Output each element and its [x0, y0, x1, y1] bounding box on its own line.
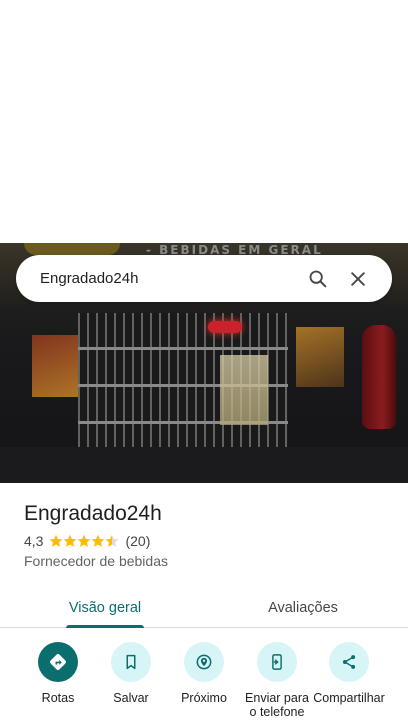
- photo-lit-door: [220, 355, 268, 425]
- place-title: Engradado24h: [24, 502, 162, 525]
- photo-floor: [0, 447, 408, 483]
- tab-reviews[interactable]: Avaliações: [262, 588, 344, 628]
- send-to-phone-icon: [257, 642, 297, 682]
- search-query[interactable]: Engradado24h: [40, 270, 298, 287]
- half-star-icon: [106, 534, 119, 547]
- photo-bottle: [362, 325, 396, 429]
- search-bar[interactable]: Engradado24h: [16, 255, 392, 302]
- rating-stars: [49, 534, 119, 548]
- close-icon[interactable]: [338, 259, 378, 299]
- tab-overview[interactable]: Visão geral: [66, 588, 144, 628]
- nearby-label: Próximo: [181, 691, 227, 705]
- directions-icon: [38, 642, 78, 682]
- star-icon: [78, 534, 91, 547]
- place-info: Engradado24h 4,3 (20) Fornecedor de bebi…: [24, 500, 394, 569]
- send-to-phone-button[interactable]: Enviar para o telefone: [241, 642, 313, 719]
- directions-button[interactable]: Rotas: [22, 642, 94, 705]
- bookmark-icon: [111, 642, 151, 682]
- blank-map-area: [0, 0, 408, 243]
- star-icon: [50, 534, 63, 547]
- action-buttons: Rotas Salvar Próximo Enviar para o telef…: [0, 640, 408, 726]
- share-label: Compartilhar: [313, 691, 385, 705]
- save-label: Salvar: [113, 691, 149, 705]
- rating-value: 4,3: [24, 533, 44, 549]
- photo-neon-sign: [208, 321, 242, 333]
- place-tabs: Visão geral Avaliações: [0, 588, 408, 628]
- nearby-icon: [184, 642, 224, 682]
- tab-selected-indicator: [66, 625, 144, 628]
- photo-logo-shape: [24, 243, 120, 255]
- share-button[interactable]: Compartilhar: [313, 642, 385, 705]
- place-category[interactable]: Fornecedor de bebidas: [24, 553, 394, 569]
- send-to-phone-label: Enviar para o telefone: [245, 691, 309, 719]
- photo-poster-right: [296, 327, 344, 387]
- directions-label: Rotas: [41, 691, 75, 705]
- star-icon: [64, 534, 77, 547]
- review-count[interactable]: (20): [125, 533, 150, 549]
- save-button[interactable]: Salvar: [95, 642, 167, 705]
- star-icon: [92, 534, 105, 547]
- share-icon: [329, 642, 369, 682]
- search-icon[interactable]: [298, 259, 338, 299]
- rating-row[interactable]: 4,3 (20): [24, 533, 394, 549]
- nearby-button[interactable]: Próximo: [168, 642, 240, 705]
- photo-poster-left: [32, 335, 78, 397]
